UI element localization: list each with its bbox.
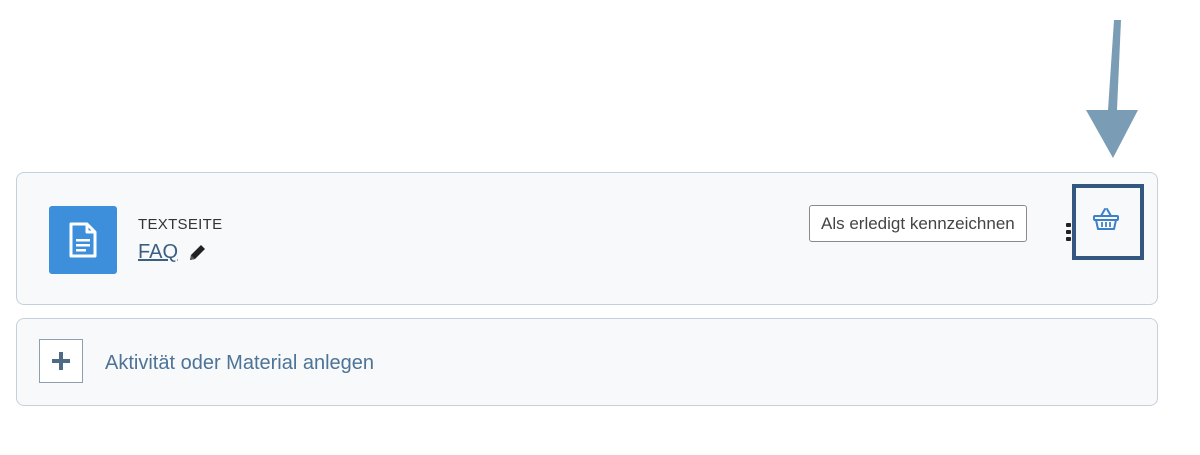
activity-type-label: TEXTSEITE bbox=[138, 216, 223, 233]
activity-name-link[interactable]: FAQ bbox=[138, 241, 178, 264]
add-activity-label[interactable]: Aktivität oder Material anlegen bbox=[105, 352, 374, 375]
activity-card: TEXTSEITE FAQ Als erledigt kennzeichnen bbox=[16, 172, 1158, 305]
plus-icon[interactable] bbox=[39, 339, 83, 383]
add-activity-card[interactable]: Aktivität oder Material anlegen bbox=[16, 318, 1158, 406]
basket-icon[interactable] bbox=[1092, 206, 1120, 232]
mark-done-button[interactable]: Als erledigt kennzeichnen bbox=[809, 205, 1027, 242]
document-icon bbox=[49, 206, 117, 274]
edit-pencil-icon[interactable] bbox=[187, 243, 207, 263]
annotation-arrow-icon bbox=[1086, 20, 1138, 158]
